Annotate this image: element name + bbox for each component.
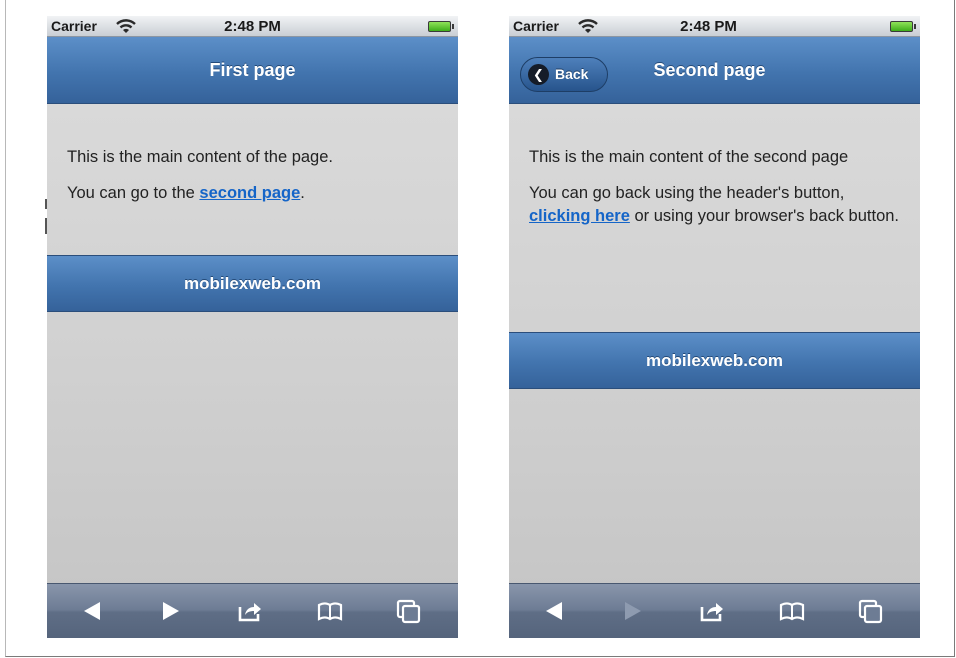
battery-icon [428,21,454,32]
browser-toolbar [509,583,920,638]
browser-toolbar [47,583,458,638]
second-page-link[interactable]: second page [199,184,300,202]
phone-screen-second: Carrier 2:48 PM Second page ❮ Back This … [509,16,920,638]
battery-icon [890,21,916,32]
phone-screen-first: Carrier 2:48 PM First page This is the m… [47,16,458,638]
forward-arrow-icon[interactable] [151,584,191,638]
content-paragraph: You can go to the second page. [67,184,305,202]
footer-text: mobilexweb.com [646,351,783,370]
back-arrow-icon[interactable] [72,584,112,638]
back-button-label: Back [555,66,589,82]
page-footer: mobilexweb.com [47,255,458,312]
bookmarks-icon[interactable] [309,584,349,638]
main-content: This is the main content of the page. Yo… [67,146,442,218]
content-paragraph: This is the main content of the second p… [529,148,849,166]
main-content: This is the main content of the second p… [529,146,904,241]
share-icon[interactable] [691,584,731,638]
clock: 2:48 PM [680,18,737,35]
chevron-left-icon: ❮ [528,64,549,85]
footer-text: mobilexweb.com [184,274,321,293]
page-header: Second page ❮ Back [509,37,920,104]
status-bar: Carrier 2:48 PM [47,16,458,37]
share-icon[interactable] [229,584,269,638]
back-arrow-icon[interactable] [534,584,574,638]
clock: 2:48 PM [224,18,281,35]
status-bar: Carrier 2:48 PM [509,16,920,37]
bookmarks-icon[interactable] [771,584,811,638]
tabs-icon[interactable] [388,584,428,638]
page-header: First page [47,37,458,104]
clicking-here-link[interactable]: clicking here [529,207,630,225]
page-footer: mobilexweb.com [509,332,920,389]
content-paragraph: You can go back using the header's butto… [529,184,900,225]
content-paragraph: This is the main content of the page. [67,148,333,166]
tabs-icon[interactable] [850,584,890,638]
back-button[interactable]: ❮ Back [520,57,608,92]
forward-arrow-icon [613,584,653,638]
page-title: First page [209,60,296,80]
